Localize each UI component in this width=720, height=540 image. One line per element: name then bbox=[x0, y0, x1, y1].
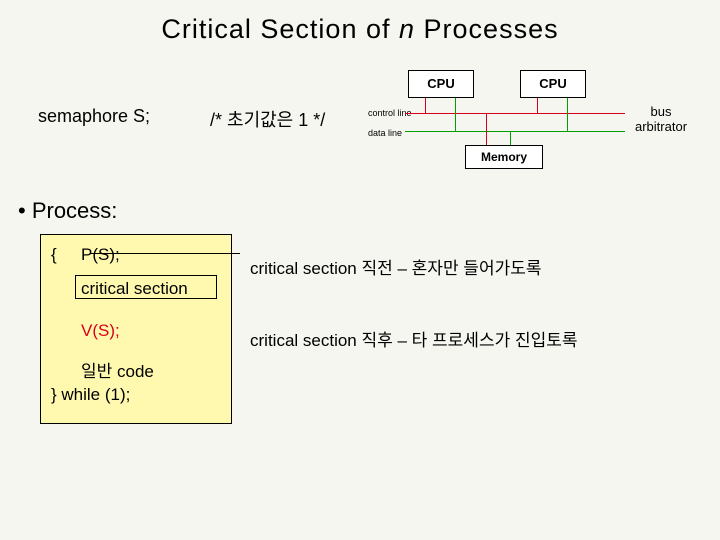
code-ps: P(S); bbox=[81, 245, 120, 265]
data-bus-line bbox=[405, 131, 625, 132]
code-vs: V(S); bbox=[81, 321, 120, 341]
data-line-label: data line bbox=[368, 128, 402, 138]
explain-vs: critical section 직후 – 타 프로세스가 진입토록 bbox=[250, 326, 578, 351]
cpu-box-1: CPU bbox=[408, 70, 474, 98]
title-post: Processes bbox=[415, 14, 559, 44]
memory-box: Memory bbox=[465, 145, 543, 169]
cpu2-data-drop bbox=[567, 98, 568, 131]
memory-control-drop bbox=[486, 113, 487, 145]
cpu-box-2: CPU bbox=[520, 70, 586, 98]
control-bus-line bbox=[405, 113, 625, 114]
slide-title: Critical Section of n Processes bbox=[0, 14, 720, 45]
ps-connector bbox=[90, 253, 240, 254]
code-while: } while (1); bbox=[51, 385, 130, 405]
code-critical-section: critical section bbox=[81, 279, 188, 299]
code-general: 일반 code bbox=[81, 357, 154, 382]
code-box: { P(S); critical section V(S); 일반 code }… bbox=[40, 234, 232, 424]
cpu2-control-drop bbox=[537, 98, 538, 113]
process-bullet: • Process: bbox=[18, 198, 117, 224]
title-n: n bbox=[399, 14, 415, 44]
cpu1-control-drop bbox=[425, 98, 426, 113]
bus-arbitrator-label: bus arbitrator bbox=[635, 104, 687, 134]
explain-ps: critical section 직전 – 혼자만 들어가도록 bbox=[250, 254, 542, 279]
title-pre: Critical Section of bbox=[161, 14, 399, 44]
cpu1-data-drop bbox=[455, 98, 456, 131]
memory-data-drop bbox=[510, 131, 511, 145]
semaphore-decl: semaphore S; bbox=[38, 106, 150, 127]
code-brace-open: { bbox=[51, 245, 57, 265]
init-comment: /* 초기값은 1 */ bbox=[210, 106, 325, 132]
